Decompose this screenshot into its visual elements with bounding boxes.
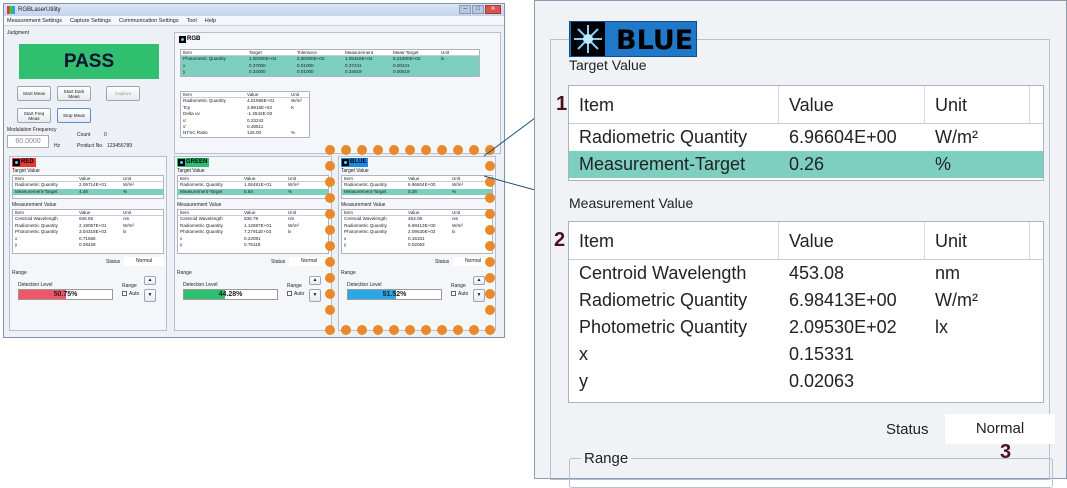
cell: nm: [935, 263, 961, 283]
range-group: [569, 458, 1053, 488]
table-row[interactable]: y 0.02063: [569, 368, 1043, 395]
cell: W/m²: [935, 127, 978, 147]
col-header: Item: [569, 222, 779, 259]
table-row[interactable]: Photometric Quantity 2.09530E+02 lx: [569, 314, 1043, 341]
callout-number-2: 2: [554, 229, 566, 251]
callout-line-top: [483, 117, 536, 157]
cell: lx: [935, 317, 948, 337]
cell: 6.98413E+00: [789, 290, 897, 310]
table-row[interactable]: Centroid Wavelength 453.08 nm: [569, 260, 1043, 287]
status-value: Normal: [945, 414, 1055, 444]
cell: y: [579, 371, 588, 391]
cell: Radiometric Quantity: [579, 290, 748, 310]
cell: 0.26: [789, 154, 825, 174]
zoom-measurement-table: Item Value Unit Centroid Wavelength 453.08 n…: [568, 221, 1044, 403]
cell: 6.96604E+00: [789, 127, 897, 147]
cell: %: [935, 154, 952, 174]
table-row[interactable]: Radiometric Quantity 6.96604E+00 W/m²: [569, 124, 1043, 151]
col-header: Unit: [925, 222, 1030, 259]
blue-zoom-title: BLUE: [616, 25, 694, 56]
cell: [925, 341, 1030, 368]
cell: W/m²: [935, 290, 978, 310]
blue-star-icon: [571, 22, 605, 56]
table-row[interactable]: Radiometric Quantity 6.98413E+00 W/m²: [569, 287, 1043, 314]
zoom-target-table: Item Value Unit Radiometric Quantity 6.9660…: [568, 85, 1044, 181]
col-header: Unit: [925, 86, 1030, 123]
cell: 2.09530E+02: [789, 317, 897, 337]
callout-line-bottom: [483, 175, 536, 191]
table-header: Item Value Unit: [569, 86, 1043, 124]
status-label: Status: [886, 421, 929, 438]
cell: Measurement-Target: [579, 154, 746, 174]
cell: [925, 368, 1030, 395]
range-label: Range: [581, 450, 632, 467]
callout-number-1: 1: [556, 93, 568, 115]
target-value-label: Target Value: [569, 57, 647, 73]
col-header: Item: [569, 86, 779, 123]
table-row[interactable]: Measurement-Target 0.26%: [569, 151, 1043, 178]
cell: Photometric Quantity: [579, 317, 748, 337]
cell: 453.08: [789, 263, 845, 283]
blue-zoom-panel: BLUE Target Value 1 Item Value Unit Radiom…: [534, 0, 1067, 488]
table-header: Item Value Unit: [569, 222, 1043, 260]
blue-zoom-badge: BLUE: [569, 21, 697, 57]
cell: Radiometric Quantity: [579, 127, 748, 147]
cell: 0.15331: [789, 344, 855, 364]
measurement-value-label: Measurement Value: [569, 195, 694, 211]
cell: 0.02063: [789, 371, 855, 391]
col-header: Value: [779, 222, 925, 259]
cell: Centroid Wavelength: [579, 263, 747, 283]
col-header: Value: [779, 86, 925, 123]
cell: x: [579, 344, 588, 364]
table-row[interactable]: x 0.15331: [569, 341, 1043, 368]
